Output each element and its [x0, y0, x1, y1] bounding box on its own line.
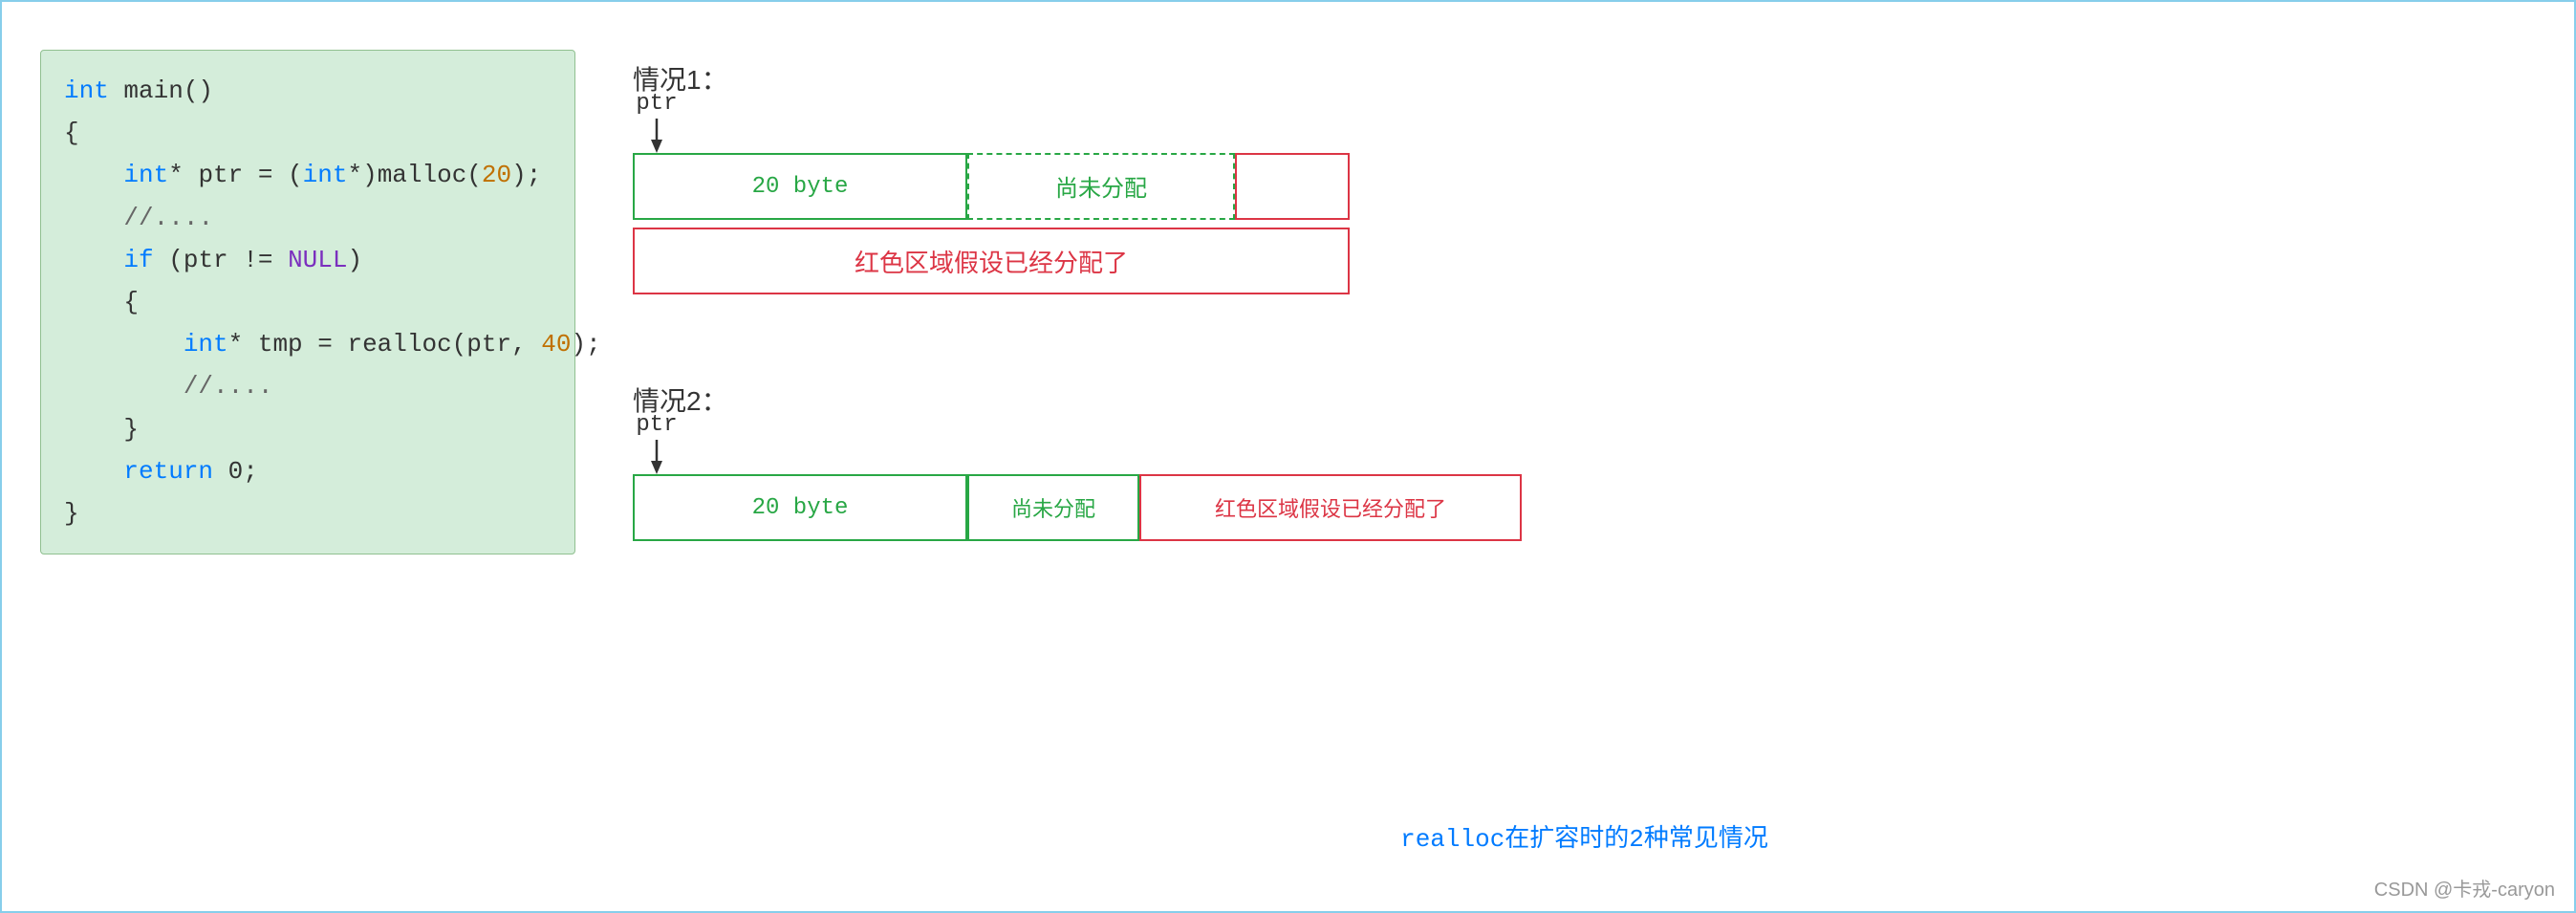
main-container: int main() { int* ptr = (int*)malloc(20)… [2, 2, 2574, 911]
code-line-5: if (ptr != NULL) [64, 239, 552, 281]
code-block: int main() { int* ptr = (int*)malloc(20)… [40, 50, 575, 554]
code-line-6: { [64, 281, 552, 323]
scenario1-ptr-col: ptr [633, 91, 681, 153]
scenario1-cell-unallocated: 尚未分配 [967, 153, 1235, 220]
code-line-11: } [64, 492, 552, 534]
scenario2-memory-row: 20 byte 尚未分配 红色区域假设已经分配了 [633, 474, 2536, 541]
code-line-9: } [64, 408, 552, 450]
scenario2-ptr-col: ptr [633, 412, 681, 474]
scenario2-ptr-label: ptr [636, 412, 677, 438]
code-line-7: int* tmp = realloc(ptr, 40); [64, 323, 552, 365]
scenario1-ptr-row: ptr [633, 105, 2536, 153]
scenario1-arrow-icon [645, 119, 668, 153]
code-line-3: int* ptr = (int*)malloc(20); [64, 154, 552, 196]
scenario1-block: 情况1： ptr 20 byte 尚未分配 [633, 59, 2536, 294]
code-line-8: //.... [64, 365, 552, 407]
diagram-section: 情况1： ptr 20 byte 尚未分配 [633, 31, 2536, 882]
scenario2-arrow-icon [645, 440, 668, 474]
scenario2-cell-20byte: 20 byte [633, 474, 967, 541]
code-line-1: int main() [64, 70, 552, 112]
scenario2-cell-unallocated: 尚未分配 [967, 474, 1139, 541]
code-line-2: { [64, 112, 552, 154]
scenario1-cell-red-small [1235, 153, 1350, 220]
caption: realloc在扩容时的2种常见情况 [1400, 818, 1768, 854]
code-line-10: return 0; [64, 450, 552, 492]
scenario2-label: 情况2： [633, 380, 2536, 419]
scenario2-ptr-row: ptr [633, 426, 2536, 474]
scenario1-label: 情况1： [633, 59, 2536, 98]
scenario1-cell-20byte: 20 byte [633, 153, 967, 220]
scenario1-ptr-label: ptr [636, 91, 677, 117]
watermark: CSDN @卡戎-caryon [2374, 874, 2555, 902]
scenario1-red-area: 红色区域假设已经分配了 [633, 228, 1350, 294]
scenario1-memory-row: 20 byte 尚未分配 [633, 153, 2536, 220]
scenario2-cell-red-area: 红色区域假设已经分配了 [1139, 474, 1522, 541]
scenario2-block: 情况2： ptr 20 byte 尚未分配 [633, 380, 2536, 549]
code-line-4: //.... [64, 197, 552, 239]
